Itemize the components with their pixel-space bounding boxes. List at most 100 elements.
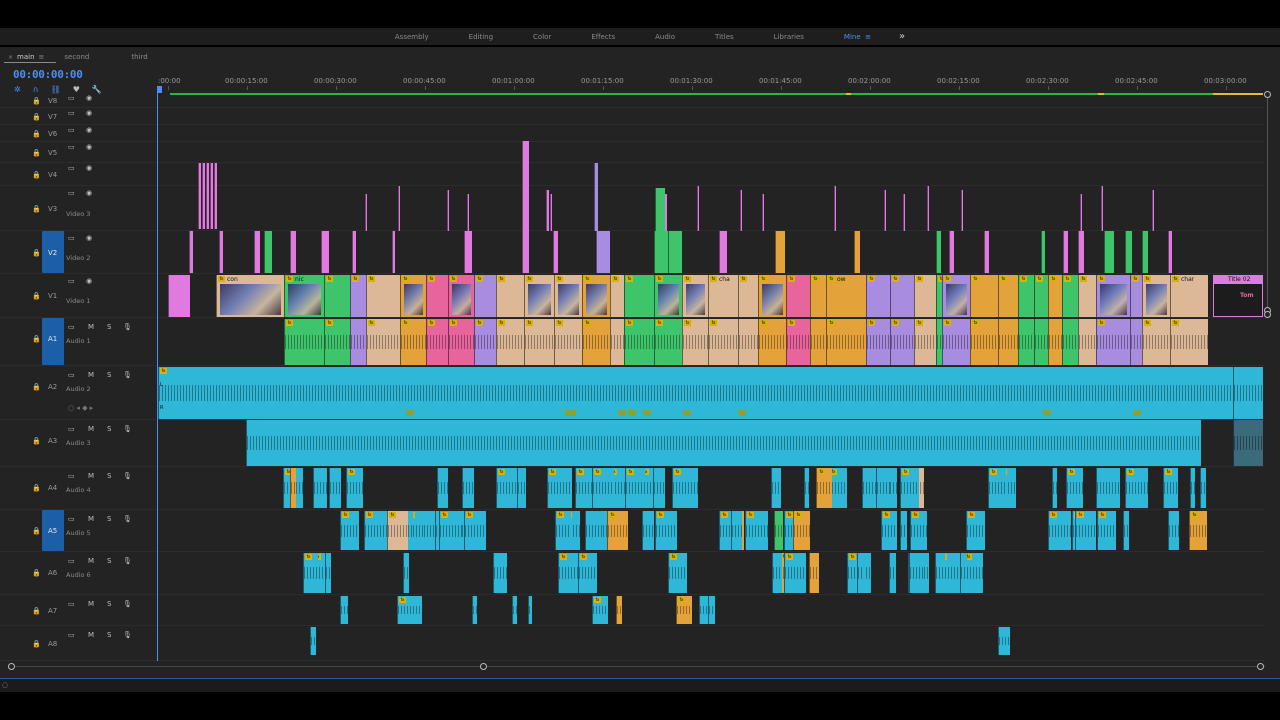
v1-clip[interactable]: fx [810, 275, 826, 317]
v2-clip[interactable] [668, 231, 682, 273]
sync-lock-icon[interactable]: ▭ [68, 189, 75, 197]
audio-sfx-clip[interactable]: fx [881, 511, 897, 550]
a1-clip[interactable] [610, 319, 624, 365]
solo-button[interactable]: S [107, 371, 111, 379]
v1-clip[interactable]: fx nic [284, 275, 324, 317]
v2-clip[interactable] [392, 231, 395, 273]
a1-clip[interactable]: fx [826, 319, 866, 365]
sequence-tab-second[interactable]: second [56, 53, 97, 61]
sequence-tab-main[interactable]: × main ≡ [0, 53, 52, 61]
graphic-clip[interactable] [834, 186, 836, 231]
audio-sfx-clip[interactable]: fx [439, 511, 462, 550]
track-header-a7[interactable]: 🔒 A7 ▭ M S 🎙 [0, 595, 157, 626]
audio-sfx-clip[interactable] [512, 596, 517, 624]
a1-clip[interactable]: fx [496, 319, 524, 365]
audio-sfx-clip[interactable]: fx [592, 596, 608, 624]
v1-clip[interactable]: fx [758, 275, 786, 317]
audio-sfx-clip[interactable] [329, 468, 341, 508]
audio-sfx-clip[interactable] [804, 468, 809, 508]
audio-sfx-clip[interactable]: fx [745, 511, 768, 550]
v2-clip[interactable] [719, 231, 727, 273]
sync-lock-icon[interactable]: ▭ [68, 143, 75, 151]
audio-sfx-clip[interactable]: fx [496, 468, 518, 508]
audio-sfx-clip[interactable]: fx [672, 468, 688, 508]
a3-clip[interactable] [246, 420, 1201, 466]
keyframe-navigator[interactable]: ○ ◂ ◆ ▸ [68, 404, 93, 412]
a1-clip[interactable] [1048, 319, 1062, 365]
graphic-clip[interactable] [927, 186, 929, 231]
v2-clip[interactable] [254, 231, 260, 273]
audio-sfx-clip[interactable]: fx [592, 468, 614, 508]
audio-sfx-clip[interactable] [517, 468, 526, 508]
audio-sfx-clip[interactable] [857, 553, 864, 593]
track-header-a5[interactable]: 🔒 A5 ▭ M S 🎙 Audio 5 [0, 510, 157, 552]
zoom-handle-right[interactable] [480, 663, 487, 670]
audio-sfx-clip[interactable]: fx [1163, 468, 1178, 508]
mute-button[interactable]: M [88, 472, 94, 480]
v2-clip[interactable] [1041, 231, 1045, 273]
v1-clip[interactable] [168, 275, 190, 317]
lock-icon[interactable]: 🔒 [32, 437, 41, 445]
track-header-a4[interactable]: 🔒 A4 ▭ M S 🎙 Audio 4 [0, 467, 157, 510]
workspace-tab-assembly[interactable]: Assembly [375, 33, 449, 41]
v2-clip[interactable] [189, 231, 193, 273]
sync-lock-icon[interactable]: ▭ [68, 600, 75, 608]
v1-clip[interactable]: fx [1096, 275, 1130, 317]
graphic-clip[interactable] [398, 186, 400, 231]
audio-sfx-clip[interactable] [772, 553, 782, 593]
v2-clip[interactable] [1104, 231, 1114, 273]
v2-clip[interactable] [949, 231, 954, 273]
v2-clip[interactable] [290, 231, 296, 273]
v1-clip[interactable]: fx [654, 275, 682, 317]
track-header-v5[interactable]: 🔒 V5 ▭ ◉ [0, 142, 157, 163]
audio-sfx-clip[interactable] [900, 511, 907, 550]
a1-clip[interactable]: fx [582, 319, 610, 365]
v1-clip[interactable]: fx [1062, 275, 1078, 317]
a2-music-clip-end[interactable] [1233, 367, 1263, 419]
audio-sfx-clip[interactable]: fx [303, 553, 318, 593]
sync-lock-icon[interactable]: ▭ [68, 277, 75, 285]
audio-sfx-clip[interactable]: fx [346, 468, 363, 508]
audio-sfx-clip[interactable] [1200, 468, 1206, 508]
v1-clip[interactable]: fx [582, 275, 610, 317]
lock-icon[interactable]: 🔒 [32, 607, 41, 615]
audio-sfx-clip[interactable]: fx [910, 511, 927, 550]
v1-clip[interactable]: fx [610, 275, 624, 317]
audio-sfx-clip[interactable] [462, 468, 474, 508]
a1-clip[interactable]: fx [400, 319, 426, 365]
voiceover-record-icon[interactable]: 🎙 [123, 371, 132, 379]
audio-sfx-clip[interactable] [1190, 468, 1195, 508]
audio-sfx-clip[interactable] [642, 511, 654, 550]
a1-clip[interactable]: fx [786, 319, 810, 365]
audio-sfx-clip[interactable] [708, 596, 715, 624]
workspace-tab-titles[interactable]: Titles [695, 33, 754, 41]
solo-button[interactable]: S [107, 515, 111, 523]
mute-button[interactable]: M [88, 631, 94, 639]
v2-clip[interactable] [464, 231, 472, 273]
a1-clip[interactable] [738, 319, 758, 365]
v1-clip[interactable]: fx [474, 275, 496, 317]
v2-clip[interactable] [1142, 231, 1148, 273]
a1-clip[interactable] [350, 319, 366, 365]
workspace-tab-mine[interactable]: Mine ≡ [824, 33, 891, 41]
track-header-a6[interactable]: 🔒 A6 ▭ M S 🎙 Audio 6 [0, 552, 157, 595]
sync-lock-icon[interactable]: ▭ [68, 557, 75, 565]
sync-lock-icon[interactable]: ▭ [68, 94, 75, 102]
audio-sfx-clip[interactable] [472, 596, 477, 624]
audio-keyframe-marker[interactable] [683, 410, 691, 416]
audio-sfx-clip[interactable]: fx [655, 511, 677, 550]
audio-sfx-clip[interactable]: fx [1075, 511, 1095, 550]
audio-sfx-clip[interactable] [325, 553, 330, 593]
audio-sfx-clip[interactable] [699, 596, 708, 624]
audio-sfx-clip[interactable] [998, 627, 1010, 655]
audio-sfx-clip[interactable]: fx [1125, 468, 1148, 508]
solo-button[interactable]: S [107, 425, 111, 433]
title-clip[interactable]: Title 02 Tom [1213, 275, 1263, 317]
voiceover-record-icon[interactable]: 🎙 [123, 425, 132, 433]
mute-button[interactable]: M [88, 371, 94, 379]
lock-icon[interactable]: 🔒 [32, 527, 41, 535]
v1-clip[interactable]: fx [1142, 275, 1170, 317]
eye-icon[interactable]: ◉ [86, 164, 92, 172]
a1-clip[interactable]: fx [942, 319, 970, 365]
audio-sfx-clip[interactable]: fx [1066, 468, 1083, 508]
